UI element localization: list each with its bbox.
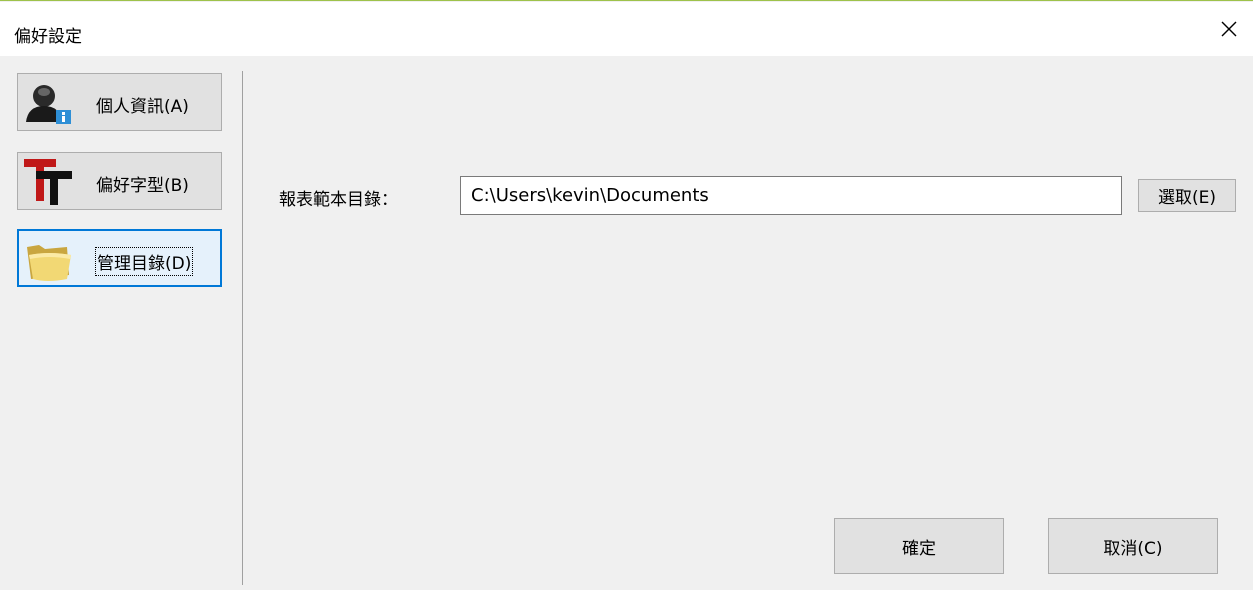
preferences-dialog: 偏好設定 個人資訊(A) 偏好字型(B) 管理目錄(D) 報表範本目錄： C:\… [0, 0, 1253, 590]
window-title: 偏好設定 [14, 27, 82, 47]
vertical-divider [242, 71, 243, 585]
sidebar-item-label: 偏好字型(B) [96, 176, 189, 196]
template-directory-label: 報表範本目錄： [279, 190, 398, 210]
cancel-button[interactable]: 取消(C) [1048, 518, 1218, 574]
font-icon [24, 159, 72, 205]
sidebar-item-label: 個人資訊(A) [96, 97, 189, 117]
sidebar-item-label: 管理目錄(D) [94, 247, 194, 276]
select-directory-button[interactable]: 選取(E) [1138, 179, 1236, 212]
sidebar-item-personal-info[interactable]: 個人資訊(A) [17, 73, 222, 131]
close-button[interactable] [1205, 2, 1253, 56]
sidebar-item-preferred-font[interactable]: 偏好字型(B) [17, 152, 222, 210]
title-bar: 偏好設定 [0, 2, 1253, 56]
user-info-icon [26, 85, 71, 124]
close-icon [1221, 21, 1237, 37]
template-directory-input[interactable] [460, 176, 1122, 215]
sidebar-item-manage-directory[interactable]: 管理目錄(D) [17, 229, 222, 287]
folder-icon [27, 245, 71, 281]
ok-button[interactable]: 確定 [834, 518, 1004, 574]
